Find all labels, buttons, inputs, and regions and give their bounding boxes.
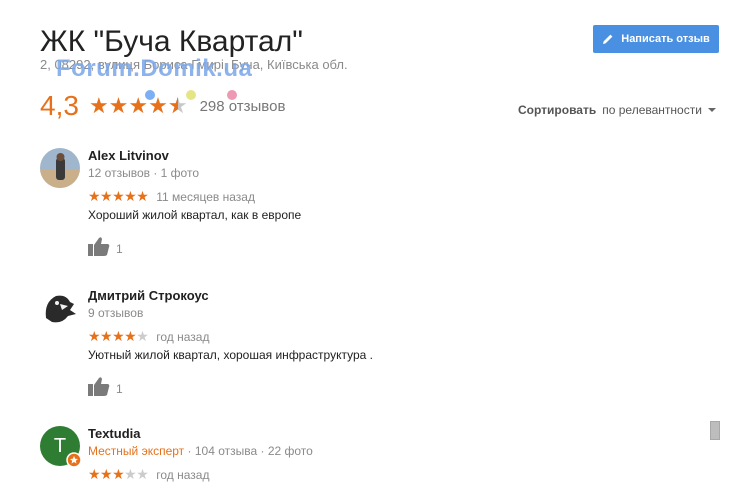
like-button[interactable]: 1 xyxy=(88,236,123,261)
review-item: T Textudia Местный эксперт · 104 отзыва … xyxy=(40,426,700,487)
star-rating: ★★★★★ xyxy=(88,466,149,482)
reviewer-stats: · 104 отзыва · 22 фото xyxy=(184,444,313,458)
reviewer-meta[interactable]: 12 отзывов · 1 фото xyxy=(88,166,199,180)
star-rating: ★★★★★ xyxy=(88,328,149,344)
like-count: 1 xyxy=(116,241,123,256)
review-text: Уютный жилой квартал, хорошая инфраструк… xyxy=(88,348,373,362)
reviewer-meta[interactable]: 9 отзывов xyxy=(88,306,143,320)
write-review-button[interactable]: Написать отзыв xyxy=(593,25,719,53)
reviewer-name[interactable]: Textudia xyxy=(88,426,141,441)
avatar[interactable] xyxy=(40,288,80,328)
sort-control[interactable]: Сортировать по релевантности xyxy=(518,103,716,117)
avatar[interactable]: T xyxy=(40,426,82,468)
write-review-label: Написать отзыв xyxy=(621,33,710,45)
review-rating: ★★★★★ год назад xyxy=(88,466,209,483)
review-date: 11 месяцев назад xyxy=(156,189,255,204)
thumbs-up-icon[interactable] xyxy=(88,236,110,261)
star-rating: ★★★★★ xyxy=(88,188,149,204)
review-text: Хороший жилой квартал, как в европе xyxy=(88,208,302,222)
scrollbar-thumb[interactable] xyxy=(710,421,720,440)
avatar-letter: T xyxy=(53,435,67,457)
review-count[interactable]: 298 отзывов xyxy=(200,98,286,115)
review-date: год назад xyxy=(156,467,210,482)
review-rating: ★★★★★ 11 месяцев назад xyxy=(88,188,255,205)
average-rating: 4,3 xyxy=(40,90,79,121)
average-rating-stars: ★★★★★ xyxy=(89,93,188,119)
reviewer-name[interactable]: Дмитрий Строкоус xyxy=(88,288,209,303)
avatar[interactable] xyxy=(40,148,80,188)
like-count: 1 xyxy=(116,381,123,396)
chevron-down-icon[interactable] xyxy=(707,108,716,112)
review-rating: ★★★★★ год назад xyxy=(88,328,209,345)
review-item: Alex Litvinov 12 отзывов · 1 фото ★★★★★ … xyxy=(40,148,700,258)
sort-label: Сортировать xyxy=(518,103,597,117)
thumbs-up-icon[interactable] xyxy=(88,376,110,401)
like-button[interactable]: 1 xyxy=(88,376,123,401)
local-guide-label: Местный эксперт xyxy=(88,444,185,458)
reviewer-name[interactable]: Alex Litvinov xyxy=(88,148,169,163)
watermark-text: Forum.Domik.ua xyxy=(56,55,253,82)
rating-summary: 4,3 ★★★★★ 298 отзывов xyxy=(40,88,285,124)
reviewer-meta[interactable]: Местный эксперт · 104 отзыва · 22 фото xyxy=(88,444,313,458)
review-date: год назад xyxy=(156,329,210,344)
sort-value[interactable]: по релевантности xyxy=(602,103,702,117)
review-item: Дмитрий Строкоус 9 отзывов ★★★★★ год наз… xyxy=(40,288,700,398)
pencil-icon xyxy=(602,33,614,45)
